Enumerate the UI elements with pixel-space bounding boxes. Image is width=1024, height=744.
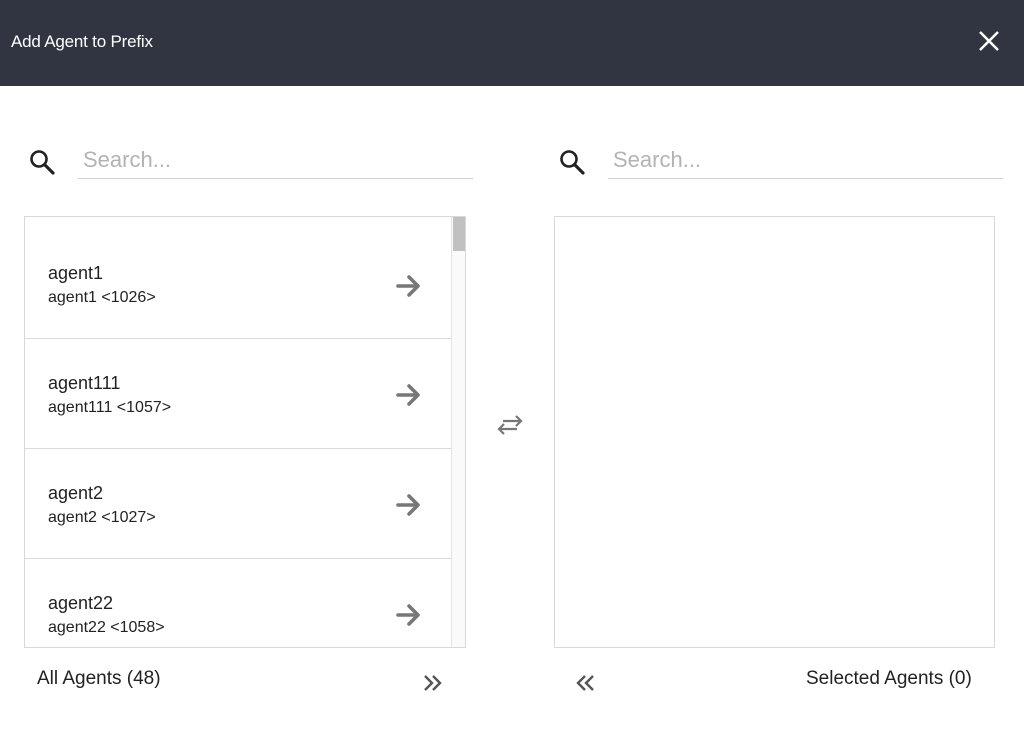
agent-detail: agent2 <1027> — [48, 509, 156, 526]
chevron-double-right-icon[interactable] — [420, 670, 446, 696]
close-icon[interactable] — [975, 27, 1003, 55]
left-search-input[interactable] — [78, 142, 473, 179]
all-agents-list: agent1 agent1 <1026> agent111 agent111 <… — [24, 216, 466, 648]
scrollbar-thumb[interactable] — [453, 217, 465, 251]
arrow-right-icon[interactable] — [395, 273, 423, 299]
selected-agents-list — [554, 216, 995, 648]
agent-list: agent1 agent1 <1026> agent111 agent111 <… — [25, 217, 451, 647]
search-icon — [30, 150, 55, 175]
agent-detail: agent22 <1058> — [48, 619, 165, 636]
list-item[interactable]: agent111 agent111 <1057> — [25, 339, 451, 449]
dialog-title: Add Agent to Prefix — [11, 32, 153, 51]
dialog-header: Add Agent to Prefix — [0, 0, 1024, 86]
swap-icon[interactable] — [495, 413, 525, 437]
left-search — [28, 142, 473, 180]
arrow-right-icon[interactable] — [395, 602, 423, 628]
agent-detail: agent1 <1026> — [48, 289, 156, 306]
agent-name: agent1 — [48, 263, 104, 283]
list-scrollbar[interactable] — [451, 217, 465, 647]
list-item[interactable]: agent22 agent22 <1058> — [25, 559, 451, 647]
arrow-right-icon[interactable] — [395, 492, 423, 518]
list-item[interactable]: agent2 agent2 <1027> — [25, 449, 451, 559]
agent-name: agent2 — [48, 483, 104, 503]
chevron-double-left-icon[interactable] — [572, 670, 598, 696]
right-search — [558, 142, 1003, 180]
all-agents-count: All Agents (48) — [37, 668, 161, 689]
agent-name: agent111 — [48, 373, 121, 393]
right-search-input[interactable] — [608, 142, 1003, 179]
search-icon — [560, 150, 585, 175]
list-item[interactable]: agent1 agent1 <1026> — [25, 217, 451, 339]
agent-name: agent22 — [48, 593, 114, 613]
arrow-right-icon[interactable] — [395, 382, 423, 408]
agent-detail: agent111 <1057> — [48, 399, 172, 416]
selected-agents-count: Selected Agents (0) — [806, 668, 972, 689]
